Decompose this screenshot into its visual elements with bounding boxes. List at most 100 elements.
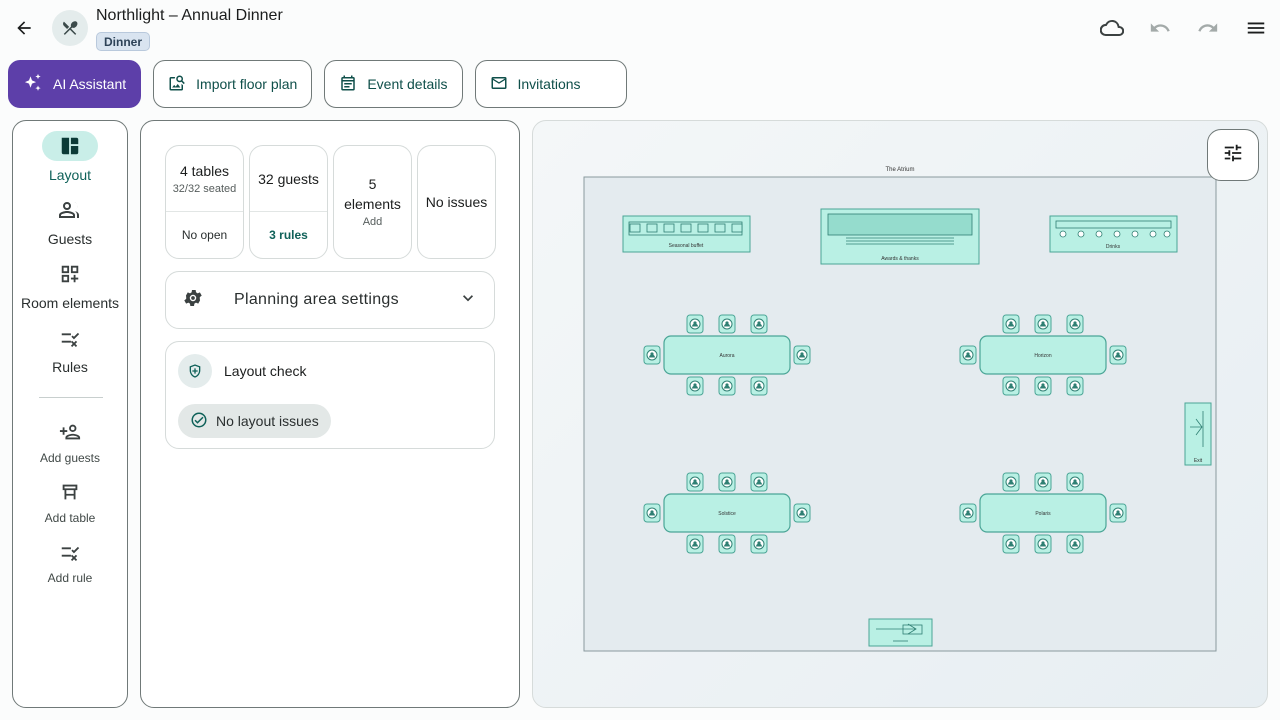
seat[interactable] xyxy=(686,534,704,554)
undo-icon[interactable] xyxy=(1148,16,1172,40)
seat[interactable] xyxy=(959,345,977,365)
import-floor-plan-button[interactable]: Import floor plan xyxy=(153,60,313,108)
seat[interactable] xyxy=(750,376,768,396)
room-element-stage[interactable]: Awards & thanks xyxy=(820,208,980,265)
seat[interactable] xyxy=(718,472,736,492)
layout-status-label: No layout issues xyxy=(216,413,319,429)
page-title: Northlight – Annual Dinner xyxy=(96,7,283,24)
seat[interactable] xyxy=(1034,472,1052,492)
stat-guests: 32 guests 3 rules xyxy=(249,145,328,259)
add-table-button[interactable]: Add table xyxy=(13,477,127,525)
tune-icon xyxy=(1222,142,1244,169)
table-name-label: Polaris xyxy=(1035,511,1051,517)
planning-area-settings[interactable]: Planning area settings xyxy=(165,271,495,329)
add-guests-icon xyxy=(42,417,98,447)
top-actions xyxy=(1100,16,1268,40)
seat[interactable] xyxy=(793,503,811,523)
stat-elements-add[interactable]: Add xyxy=(363,214,383,230)
room-elements-icon xyxy=(42,259,98,289)
seat[interactable] xyxy=(643,345,661,365)
seat[interactable] xyxy=(750,534,768,554)
calendar-icon xyxy=(339,74,357,95)
stat-tables-action[interactable]: No open xyxy=(166,211,243,258)
stat-elements-title: 5 elements xyxy=(344,176,401,212)
seat[interactable] xyxy=(1109,503,1127,523)
seat[interactable] xyxy=(1066,314,1084,334)
stat-guests-title: 32 guests xyxy=(258,170,319,187)
check-circle-icon xyxy=(190,411,208,432)
stat-elements: 5 elements Add xyxy=(333,145,412,259)
nav-item-layout[interactable]: Layout xyxy=(13,131,127,183)
menu-icon[interactable] xyxy=(1244,16,1268,40)
redo-icon[interactable] xyxy=(1196,16,1220,40)
action-bar: AI Assistant Import floor plan Event det… xyxy=(8,60,627,108)
nav-item-room-elements[interactable]: Room elements xyxy=(13,259,127,311)
seat[interactable] xyxy=(1002,314,1020,334)
seat[interactable] xyxy=(1034,314,1052,334)
stat-issues-title: No issues xyxy=(425,194,488,210)
seat[interactable] xyxy=(718,534,736,554)
seat[interactable] xyxy=(1034,376,1052,396)
layout-panel: 4 tables 32/32 seated No open 32 guests … xyxy=(140,120,520,708)
stat-guests-rules-link[interactable]: 3 rules xyxy=(250,211,327,258)
seat[interactable] xyxy=(686,314,704,334)
seat[interactable] xyxy=(718,376,736,396)
floor-plan-canvas[interactable]: The Atrium Seasonal buffet Awards & than… xyxy=(532,120,1268,708)
nav-label-layout: Layout xyxy=(48,167,92,183)
seat[interactable] xyxy=(959,503,977,523)
back-arrow-icon[interactable] xyxy=(12,16,36,40)
nav-divider xyxy=(39,397,103,398)
stat-tables-seated: 32/32 seated xyxy=(172,182,237,195)
event-details-label: Event details xyxy=(367,76,448,92)
room-element-drinks[interactable]: Drinks xyxy=(1049,215,1178,253)
nav-item-rules[interactable]: Rules xyxy=(13,323,127,375)
stat-tables-title: 4 tables xyxy=(179,162,230,179)
invitations-button[interactable]: Invitations xyxy=(474,60,627,108)
seat[interactable] xyxy=(750,314,768,334)
add-rule-button[interactable]: Add rule xyxy=(13,537,127,585)
table-name-label: Solstice xyxy=(718,511,736,517)
shield-icon xyxy=(178,354,212,388)
nav-item-guests[interactable]: Guests xyxy=(13,195,127,247)
seat[interactable] xyxy=(793,345,811,365)
stage-label: Awards & thanks xyxy=(881,256,919,262)
seat[interactable] xyxy=(643,503,661,523)
room-element-exit[interactable]: Exit xyxy=(1184,402,1212,466)
ai-assistant-button[interactable]: AI Assistant xyxy=(8,60,142,108)
room-element-buffet[interactable]: Seasonal buffet xyxy=(622,215,751,253)
add-rule-label: Add rule xyxy=(47,571,93,585)
chevron-down-icon xyxy=(458,288,478,313)
seat[interactable] xyxy=(1066,376,1084,396)
seat[interactable] xyxy=(1109,345,1127,365)
cutlery-icon xyxy=(52,10,88,46)
exit-label: Exit xyxy=(1194,458,1203,464)
add-rule-icon xyxy=(42,537,98,567)
seat[interactable] xyxy=(1034,534,1052,554)
seat[interactable] xyxy=(686,472,704,492)
table-name-label: Horizon xyxy=(1034,353,1051,359)
invitations-label: Invitations xyxy=(517,76,581,92)
add-table-icon xyxy=(42,477,98,507)
seat[interactable] xyxy=(750,472,768,492)
event-details-button[interactable]: Event details xyxy=(324,60,463,108)
seat[interactable] xyxy=(1066,472,1084,492)
drinks-label: Drinks xyxy=(1106,244,1121,250)
import-floor-plan-label: Import floor plan xyxy=(196,76,298,92)
ai-assistant-label: AI Assistant xyxy=(53,76,127,92)
stat-tables: 4 tables 32/32 seated No open xyxy=(165,145,244,259)
seat[interactable] xyxy=(1002,376,1020,396)
add-guests-button[interactable]: Add guests xyxy=(13,417,127,465)
seat[interactable] xyxy=(1002,534,1020,554)
side-navigation: Layout Guests Room elements Rules Add gu… xyxy=(12,120,128,708)
seat[interactable] xyxy=(1066,534,1084,554)
view-settings-button[interactable] xyxy=(1207,129,1259,181)
seat[interactable] xyxy=(686,376,704,396)
sparkle-icon xyxy=(23,73,43,96)
top-bar: Northlight – Annual Dinner Dinner xyxy=(0,0,1280,56)
layout-status-chip: No layout issues xyxy=(178,404,331,438)
seat[interactable] xyxy=(718,314,736,334)
room-element-entrance[interactable] xyxy=(868,618,933,647)
nav-label-rules: Rules xyxy=(52,359,88,375)
cloud-sync-icon[interactable] xyxy=(1100,16,1124,40)
seat[interactable] xyxy=(1002,472,1020,492)
